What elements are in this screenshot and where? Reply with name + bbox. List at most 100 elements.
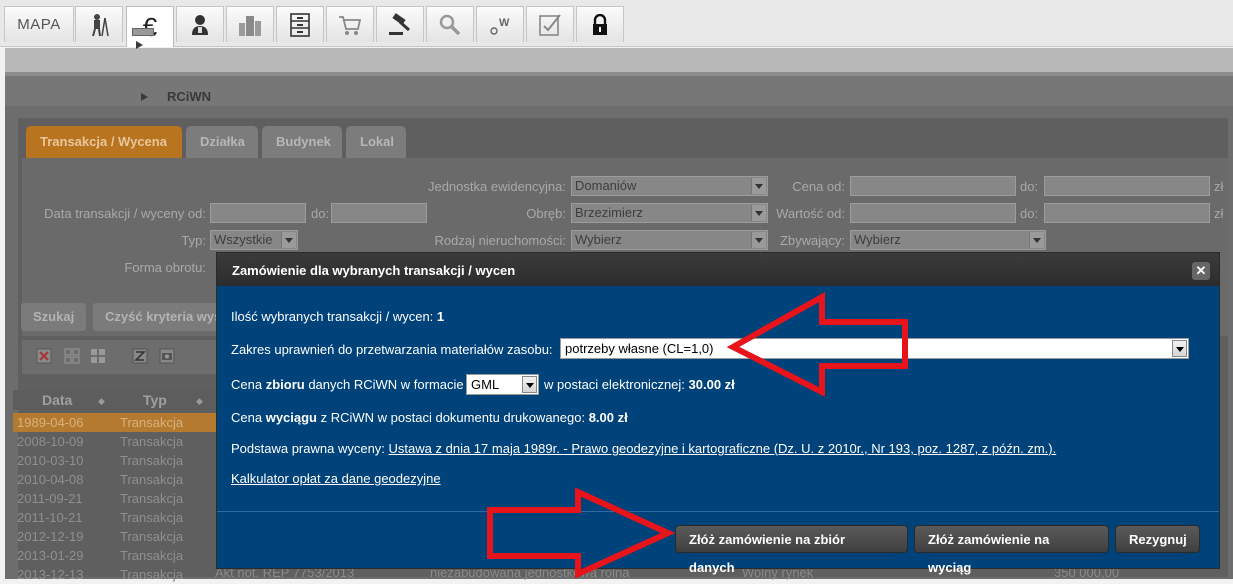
zbywajacy-label: Zbywający: xyxy=(779,233,845,248)
podstawa-line: Podstawa prawna wyceny: Ustawa z dnia 17… xyxy=(231,441,1057,456)
tab-budynek[interactable]: Budynek xyxy=(262,126,342,158)
toolbar-wms-button[interactable]: W xyxy=(476,6,524,42)
wartosc-do-label: do: xyxy=(1020,206,1039,221)
toolbar-gavel-button[interactable] xyxy=(376,6,424,42)
sort-icon[interactable]: ◆ xyxy=(98,396,105,407)
toolbar-lock-button[interactable] xyxy=(576,6,624,42)
column-header-typ[interactable]: Typ xyxy=(143,390,167,410)
column-header-data[interactable]: Data xyxy=(42,390,72,410)
table-row[interactable]: 2013-12-13 Transakcja xyxy=(13,565,218,584)
cena-currency-label: zł xyxy=(1214,179,1224,194)
chevron-down-icon xyxy=(751,232,766,248)
tab-dzialka[interactable]: Działka xyxy=(186,126,258,158)
breadcrumb-arrow-icon xyxy=(136,41,143,49)
format-select[interactable]: GML xyxy=(466,374,539,395)
header-strip xyxy=(5,48,1233,72)
table-row[interactable]: 2010-04-08 Transakcja xyxy=(13,470,218,489)
obreb-label: Obręb: xyxy=(526,206,566,221)
person-icon xyxy=(192,14,208,35)
cena-do-label: do: xyxy=(1020,179,1039,194)
cena-wyciagu-value: 8.00 zł xyxy=(588,410,628,425)
cabinet-icon xyxy=(290,12,310,37)
typ-label: Typ: xyxy=(181,233,206,248)
jednostka-select[interactable]: Domaniów xyxy=(571,176,768,196)
table-row[interactable]: 2010-03-10 Transakcja xyxy=(13,451,218,470)
forma-obrotu-label: Forma obrotu: xyxy=(124,260,206,275)
rodzaj-select[interactable]: Wybierz xyxy=(571,230,768,250)
podstawa-prawna-link[interactable]: Ustawa z dnia 17 maja 1989r. - Prawo geo… xyxy=(389,441,1057,456)
delete-icon[interactable] xyxy=(36,348,52,364)
obreb-select[interactable]: Brzezimierz xyxy=(571,203,768,223)
search-icon xyxy=(439,14,461,35)
kalkulator-line: Kalkulator opłat za dane geodezyjne xyxy=(231,471,441,486)
toolbar-cabinet-button[interactable] xyxy=(276,6,324,42)
checklist-icon xyxy=(539,13,561,36)
wms-icon: W xyxy=(490,17,510,35)
cena-wyciagu-line: Cena wyciągu z RCiWN w postaci dokumentu… xyxy=(231,410,628,425)
wartosc-od-label: Wartość od: xyxy=(776,206,845,221)
table-row[interactable]: 2011-10-21 Transakcja xyxy=(13,508,218,527)
cena-od-input[interactable] xyxy=(850,176,1016,196)
chevron-down-icon xyxy=(751,205,766,221)
order-dataset-button[interactable]: Złóż zamówienie na zbiór danych xyxy=(675,525,908,575)
surveyor-icon xyxy=(92,13,109,36)
lock-icon xyxy=(593,13,607,35)
main-toolbar: MAPA € W xyxy=(0,0,1233,47)
kalkulator-link[interactable]: Kalkulator opłat za dane geodezyjne xyxy=(231,471,441,486)
wartosc-do-input[interactable] xyxy=(1044,203,1210,223)
buildings-icon xyxy=(239,15,261,36)
table-row[interactable]: 1989-04-06 Transakcja xyxy=(13,413,218,432)
breadcrumb-tab-handle xyxy=(132,28,154,36)
data-do-input[interactable] xyxy=(331,203,427,223)
zoom-icon[interactable] xyxy=(132,348,148,364)
zbywajacy-select[interactable]: Wybierz xyxy=(850,230,1046,250)
cena-do-input[interactable] xyxy=(1044,176,1210,196)
table-row[interactable]: 2012-12-19 Transakcja xyxy=(13,527,218,546)
order-extract-button[interactable]: Złóż zamówienie na wyciąg xyxy=(914,525,1109,575)
table-row[interactable]: 2008-10-09 Transakcja xyxy=(13,432,218,451)
wartosc-currency-label: zł xyxy=(1214,206,1224,221)
euro-icon: € xyxy=(142,11,158,42)
toolbar-surveyor-button[interactable] xyxy=(75,6,123,42)
table-row[interactable]: 2011-09-21 Transakcja xyxy=(13,489,218,508)
selected-count-line: Ilość wybranych transakcji / wycen: 1 xyxy=(231,309,445,324)
chevron-down-icon xyxy=(1029,232,1044,248)
toolbar-person-button[interactable] xyxy=(176,6,224,42)
data-od-input[interactable] xyxy=(210,203,306,223)
toolbar-buildings-button[interactable] xyxy=(226,6,274,42)
tab-transakcja-wycena[interactable]: Transakcja / Wycena xyxy=(26,126,182,158)
selected-count-value: 1 xyxy=(436,309,445,324)
czysc-kryteria-button[interactable]: Czyść kryteria wys xyxy=(93,303,218,331)
szukaj-button[interactable]: Szukaj xyxy=(21,303,87,331)
grid-view-icon[interactable] xyxy=(90,348,106,364)
typ-select[interactable]: Wszystkie xyxy=(210,230,298,250)
toolbar-search-button[interactable] xyxy=(426,6,474,42)
grid-icon-bar xyxy=(22,340,217,374)
toolbar-cart-button[interactable] xyxy=(326,6,374,42)
toolbar-checklist-button[interactable] xyxy=(526,6,574,42)
jednostka-label: Jednostka ewidencyjna: xyxy=(427,179,566,194)
svg-text:W: W xyxy=(499,17,510,29)
zakres-select[interactable]: potrzeby własne (CL=1,0) xyxy=(560,338,1189,359)
breadcrumb-chevron-icon xyxy=(141,93,148,101)
camera-icon[interactable] xyxy=(159,348,175,364)
toolbar-euro-button[interactable]: € xyxy=(126,6,174,47)
dialog-title: Zamówienie dla wybranych transakcji / wy… xyxy=(217,253,1219,286)
wartosc-od-input[interactable] xyxy=(850,203,1016,223)
close-icon[interactable]: ✕ xyxy=(1192,262,1210,280)
zakres-label: Zakres uprawnień do przetwarzania materi… xyxy=(231,342,553,357)
cancel-button[interactable]: Rezygnuj xyxy=(1115,525,1200,553)
chevron-down-icon xyxy=(281,232,296,248)
tab-lokal[interactable]: Lokal xyxy=(346,126,406,158)
table-row[interactable]: 2013-01-29 Transakcja xyxy=(13,546,218,565)
select-all-icon[interactable] xyxy=(64,348,80,364)
chevron-down-icon xyxy=(1172,340,1187,357)
cart-icon xyxy=(339,15,362,35)
toolbar-mapa-button[interactable]: MAPA xyxy=(4,6,74,42)
data-do-label: do: xyxy=(311,206,330,221)
cena-zbioru-suffix: w postaci elektronicznej: 30.00 zł xyxy=(544,377,735,392)
data-transakcji-label: Data transakcji / wyceny od: xyxy=(44,206,206,221)
chevron-down-icon xyxy=(751,178,766,194)
order-dialog: Zamówienie dla wybranych transakcji / wy… xyxy=(216,252,1220,575)
sort-icon[interactable]: ◆ xyxy=(196,396,203,407)
